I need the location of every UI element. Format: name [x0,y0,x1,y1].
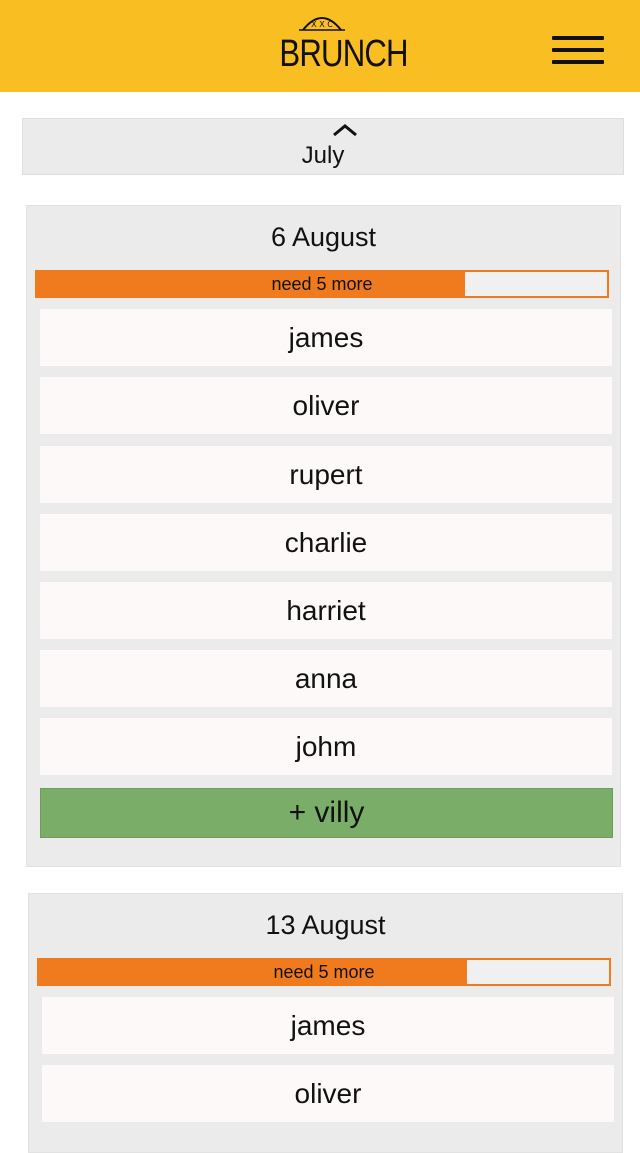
chevron-up-icon [333,124,357,137]
day-title: 6 August [270,222,377,252]
app-header: X X C BRUNCH [0,0,640,92]
attendee-item[interactable]: james [40,309,612,366]
day-title: 13 August [265,910,386,940]
attendee-item[interactable]: james [42,997,614,1054]
add-attendee-button[interactable]: + villy [40,788,613,838]
attendee-item[interactable]: harriet [40,582,612,639]
brunch-logo[interactable]: X X C BRUNCH [270,10,409,84]
attendee-item[interactable]: rupert [40,446,612,503]
day-card: 13 August need 5 more james oliver [28,893,623,1153]
svg-text:X X C: X X C [311,20,333,29]
attendee-item[interactable]: anna [40,650,612,707]
day-card: 6 August need 5 more james oliver rupert… [26,205,621,867]
progress-label: need 5 more [273,962,375,982]
hamburger-menu-icon[interactable] [552,36,604,66]
attendee-item[interactable]: oliver [42,1065,614,1122]
logo-text: BRUNCH [279,33,408,75]
month-label: July [301,142,345,169]
attendee-item[interactable]: charlie [40,514,612,571]
previous-month-button[interactable]: July [22,118,624,175]
logo-hat-icon: X X C [299,17,345,31]
attendee-item[interactable]: johm [40,718,612,775]
attendee-item[interactable]: oliver [40,377,612,434]
progress-label: need 5 more [271,274,373,294]
attendance-progress-bar: need 5 more [35,270,609,298]
attendance-progress-bar: need 5 more [37,958,611,986]
